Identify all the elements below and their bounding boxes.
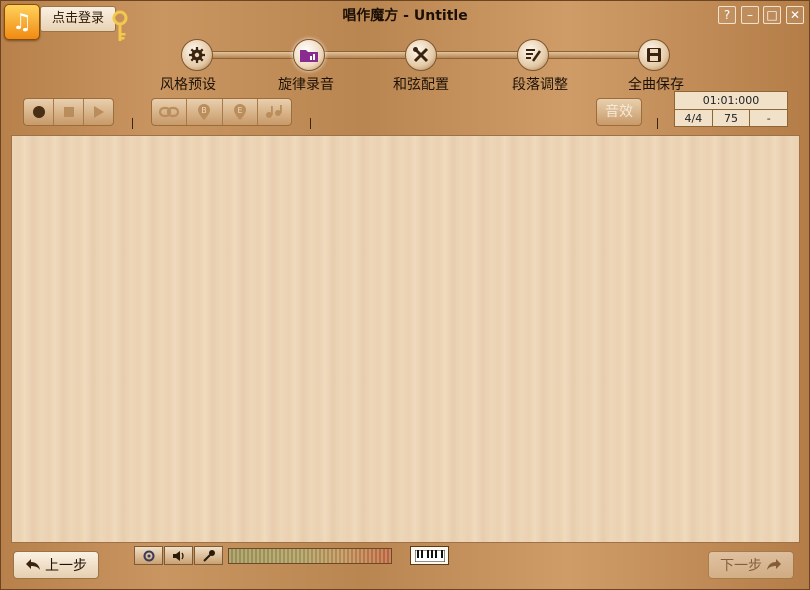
step-melody-record[interactable]	[293, 39, 325, 71]
record-button[interactable]	[24, 99, 55, 125]
step-save-song[interactable]	[638, 39, 670, 71]
transport-controls	[23, 98, 114, 126]
e-marker-button[interactable]: E	[223, 99, 258, 125]
tempo-value[interactable]: 75	[713, 110, 751, 127]
bottom-controls	[134, 546, 224, 566]
folder-music-icon	[300, 50, 318, 62]
b-marker-button[interactable]: B	[187, 99, 223, 125]
login-button[interactable]: 点击登录	[40, 6, 116, 32]
separator-tick	[310, 118, 311, 129]
step-chord-config[interactable]	[405, 39, 437, 71]
step-section-adjust[interactable]	[517, 39, 549, 71]
maximize-button[interactable]: □	[763, 6, 781, 24]
song-info-display: 01:01:000 4/4 75 -	[674, 91, 788, 127]
previous-step-label: 上一步	[45, 558, 87, 574]
microphone-button[interactable]	[194, 546, 223, 565]
speaker-button[interactable]	[164, 546, 193, 565]
forward-arrow-icon	[767, 559, 781, 570]
melody-workspace[interactable]	[11, 135, 800, 543]
b-pin-icon: B	[198, 104, 211, 120]
step-label-chord-config[interactable]: 和弦配置	[393, 74, 449, 94]
time-signature[interactable]: 4/4	[675, 110, 713, 127]
main-window: 唱作魔方 - Untitle ♫ 点击登录 ? – □ ✕ 风格预设 旋律录音	[0, 0, 810, 590]
play-button[interactable]	[84, 99, 113, 125]
time-display: 01:01:000	[675, 92, 787, 110]
stop-button[interactable]	[54, 99, 84, 125]
close-button[interactable]: ✕	[786, 6, 804, 24]
volume-level-fill	[229, 549, 391, 563]
key-icon	[112, 10, 128, 41]
link-icon	[159, 106, 180, 118]
speaker-icon	[172, 550, 184, 561]
notes-icon	[266, 105, 283, 118]
next-step-button[interactable]: 下一步	[708, 551, 794, 579]
separator-tick	[657, 118, 658, 129]
step-label-melody-record[interactable]: 旋律录音	[278, 74, 334, 94]
step-label-style-preset[interactable]: 风格预设	[160, 74, 216, 94]
microphone-icon	[202, 549, 215, 562]
save-icon	[647, 48, 661, 62]
play-icon	[94, 106, 105, 118]
back-arrow-icon	[26, 559, 40, 570]
stop-icon	[63, 107, 74, 117]
help-button[interactable]: ?	[718, 6, 736, 24]
step-label-section-adjust[interactable]: 段落调整	[512, 74, 568, 94]
sound-effect-button[interactable]: 音效	[596, 98, 642, 126]
svg-text:E: E	[237, 106, 242, 115]
gear-icon	[189, 47, 205, 63]
minimize-button[interactable]: –	[741, 6, 759, 24]
tools-icon	[413, 47, 429, 63]
step-style-preset[interactable]	[181, 39, 213, 71]
separator-tick	[132, 118, 133, 129]
gear-icon	[143, 550, 154, 561]
link-button[interactable]	[152, 99, 188, 125]
record-icon	[32, 106, 45, 118]
next-step-label: 下一步	[720, 558, 762, 574]
svg-text:B: B	[202, 106, 208, 115]
volume-level-meter[interactable]	[228, 548, 392, 564]
notes-button[interactable]	[258, 99, 291, 125]
previous-step-button[interactable]: 上一步	[13, 551, 99, 579]
key-value[interactable]: -	[750, 110, 787, 127]
piano-keyboard-button[interactable]	[410, 546, 449, 565]
piano-keyboard-icon	[414, 549, 445, 562]
music-note-icon[interactable]: ♫	[4, 4, 40, 40]
tool-controls: B E	[151, 98, 292, 126]
edit-list-icon	[526, 49, 542, 62]
e-pin-icon: E	[233, 104, 246, 120]
settings-button[interactable]	[134, 546, 163, 565]
